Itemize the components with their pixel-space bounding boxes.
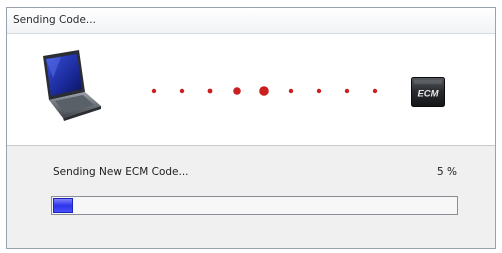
transfer-dot-active: [259, 86, 269, 96]
transfer-animation-pane: ECM: [7, 34, 495, 146]
transfer-dot: [344, 88, 350, 94]
transfer-dot: [179, 88, 185, 94]
transfer-dot: [372, 88, 378, 94]
transfer-dot: [288, 88, 294, 94]
progress-label: Sending New ECM Code...: [53, 166, 189, 178]
ecm-chip-icon: ECM: [411, 77, 445, 107]
progress-percent: 5 %: [437, 166, 457, 178]
window-title: Sending Code...: [13, 14, 96, 26]
sending-code-dialog: Sending Code... ECM Sending New ECM Code…: [6, 7, 496, 249]
transfer-dot: [207, 88, 213, 94]
transfer-dot: [233, 87, 241, 95]
progress-fill: [53, 198, 73, 213]
progress-bar: [51, 196, 458, 215]
title-bar[interactable]: Sending Code...: [7, 8, 495, 34]
transfer-dot: [316, 88, 322, 94]
transfer-dot: [151, 88, 157, 94]
ecm-label: ECM: [417, 89, 439, 100]
